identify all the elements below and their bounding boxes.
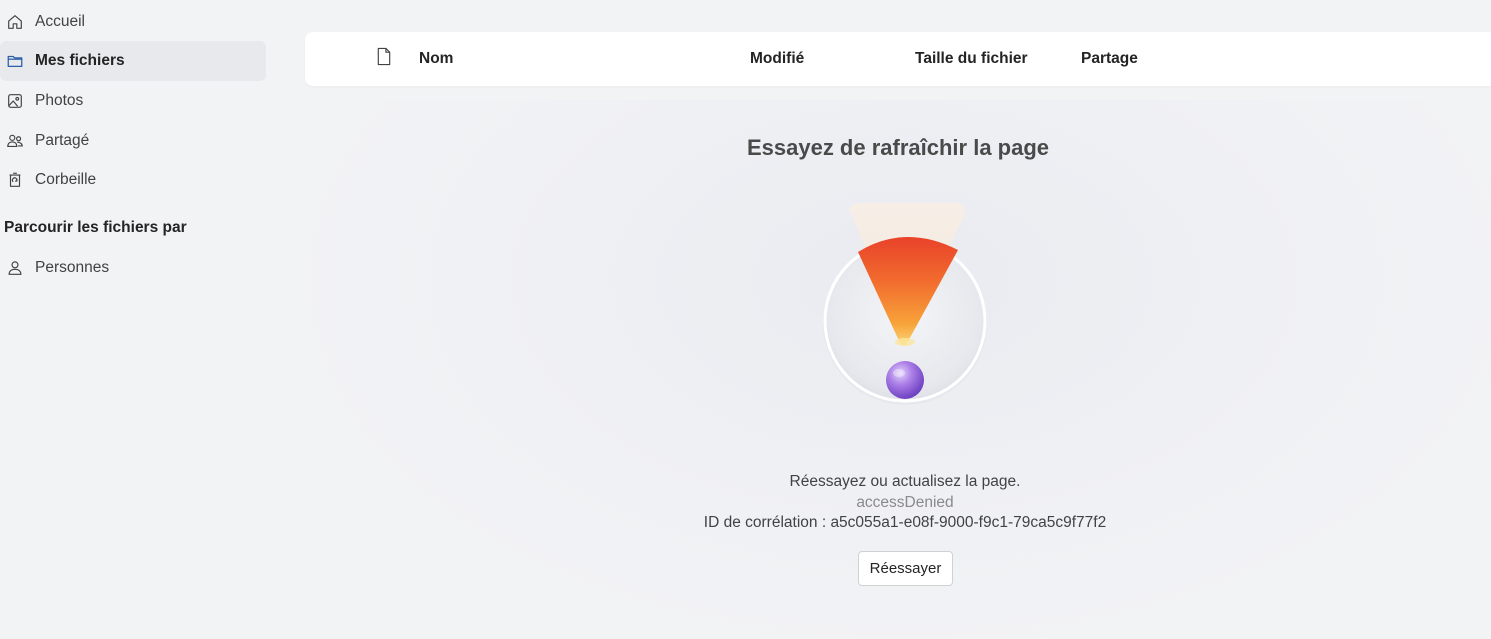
sidebar-item-label: Partagé [35, 132, 90, 149]
sidebar-item-label: Corbeille [35, 171, 97, 188]
people-icon [4, 130, 26, 152]
browse-section-title: Parcourir les fichiers par [4, 219, 187, 236]
sharing-column-header[interactable]: Partage [1081, 32, 1138, 86]
error-title: Essayez de rafraîchir la page [746, 135, 1050, 160]
correlation-id: ID de corrélation : a5c055a1-e08f-9000-f… [703, 514, 1107, 531]
name-column-header[interactable]: Nom [419, 32, 453, 86]
sidebar-item-mes-fichiers[interactable]: Mes fichiers [0, 41, 266, 81]
sidebar-item-photos[interactable]: Photos [0, 81, 266, 121]
sidebar-item-label: Accueil [35, 13, 85, 30]
photo-icon [4, 90, 26, 112]
sidebar-item-label: Mes fichiers [35, 52, 125, 69]
error-code: accessDenied [856, 494, 954, 511]
sidebar-item-personnes[interactable]: Personnes [0, 248, 266, 288]
file-list-header: Nom Modifié Taille du fichier Partage [305, 32, 1491, 86]
sidebar-item-label: Photos [35, 92, 84, 109]
sidebar-item-partage[interactable]: Partagé [0, 121, 266, 161]
file-icon [376, 47, 392, 71]
sidebar-item-label: Personnes [35, 259, 110, 276]
file-type-column-header[interactable] [375, 32, 393, 86]
modified-column-header[interactable]: Modifié [750, 32, 804, 86]
sidebar-item-accueil[interactable]: Accueil [0, 2, 266, 42]
file-size-column-header[interactable]: Taille du fichier [915, 32, 1028, 86]
sidebar-item-corbeille[interactable]: Corbeille [0, 160, 266, 200]
retry-button[interactable]: Réessayer [858, 551, 953, 586]
folder-icon [4, 50, 26, 72]
exclamation-illustration-icon [805, 195, 1005, 415]
sidebar: Accueil Mes fichiers Photos Partagé Corb… [0, 0, 280, 639]
home-icon [4, 11, 26, 33]
recycle-bin-icon [4, 169, 26, 191]
error-message: Réessayez ou actualisez la page. [789, 473, 1021, 490]
error-panel: Essayez de rafraîchir la page Réessayez … [305, 100, 1491, 639]
person-icon [4, 257, 26, 279]
